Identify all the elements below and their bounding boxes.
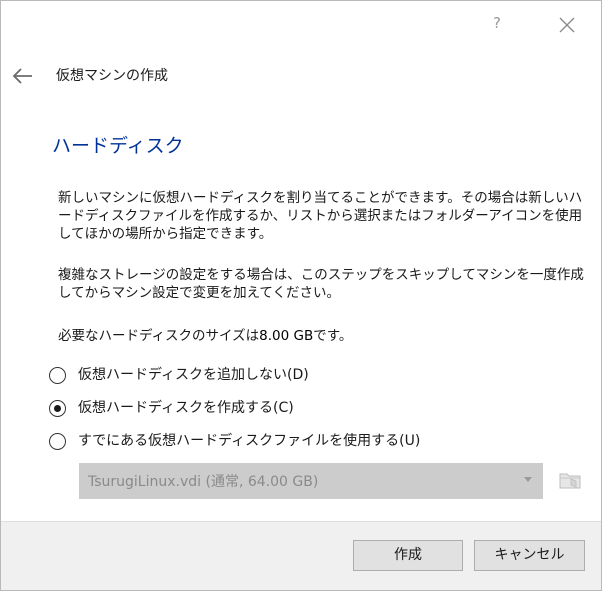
title-bar: ? [1, 1, 601, 45]
page-heading: ハードディスク [52, 135, 184, 157]
description-paragraph-2: 複雑なストレージの設定をする場合は、このステップをスキップしてマシンを一度作成し… [58, 267, 584, 301]
create-vm-dialog: ? 仮想マシンの作成 ハードディスク 新しいマシンに仮想ハードディスクを割り当て… [0, 0, 602, 591]
chevron-down-icon [524, 477, 532, 482]
size-suffix: です。 [313, 328, 353, 344]
recommended-size-text: 必要なハードディスクのサイズは8.00 GBです。 [58, 327, 352, 345]
dialog-title: 仮想マシンの作成 [56, 68, 168, 84]
radio-label[interactable]: 仮想ハードディスクを追加しない(D) [78, 364, 309, 386]
button-bar: 作成 キャンセル [1, 521, 601, 590]
size-value: 8.00 GB [259, 328, 314, 344]
help-button[interactable]: ? [485, 11, 509, 35]
close-button[interactable] [553, 11, 581, 39]
cancel-button[interactable]: キャンセル [474, 540, 585, 571]
radio-existing-disk[interactable]: すでにある仮想ハードディスクファイルを使用する(U) [49, 430, 420, 452]
browse-folder-button[interactable] [557, 467, 583, 493]
back-button[interactable] [11, 65, 35, 87]
existing-disk-select[interactable]: TsurugiLinux.vdi (通常, 64.00 GB) [79, 463, 543, 499]
close-icon [559, 17, 575, 33]
size-prefix: 必要なハードディスクのサイズは [58, 328, 260, 344]
existing-disk-value: TsurugiLinux.vdi (通常, 64.00 GB) [88, 474, 319, 490]
radio-button[interactable] [49, 432, 66, 450]
radio-button-selected[interactable] [49, 399, 66, 417]
description-paragraph-1: 新しいマシンに仮想ハードディスクを割り当てることができます。その場合は新しいハー… [58, 190, 583, 242]
radio-label[interactable]: すでにある仮想ハードディスクファイルを使用する(U) [78, 430, 420, 452]
create-button[interactable]: 作成 [353, 540, 463, 571]
folder-icon [559, 473, 581, 489]
radio-create-disk[interactable]: 仮想ハードディスクを作成する(C) [49, 397, 294, 419]
radio-button[interactable] [49, 366, 66, 384]
radio-no-disk[interactable]: 仮想ハードディスクを追加しない(D) [49, 364, 309, 386]
radio-label[interactable]: 仮想ハードディスクを作成する(C) [78, 397, 294, 419]
question-mark-icon: ? [493, 14, 501, 32]
back-arrow-icon [12, 68, 32, 84]
